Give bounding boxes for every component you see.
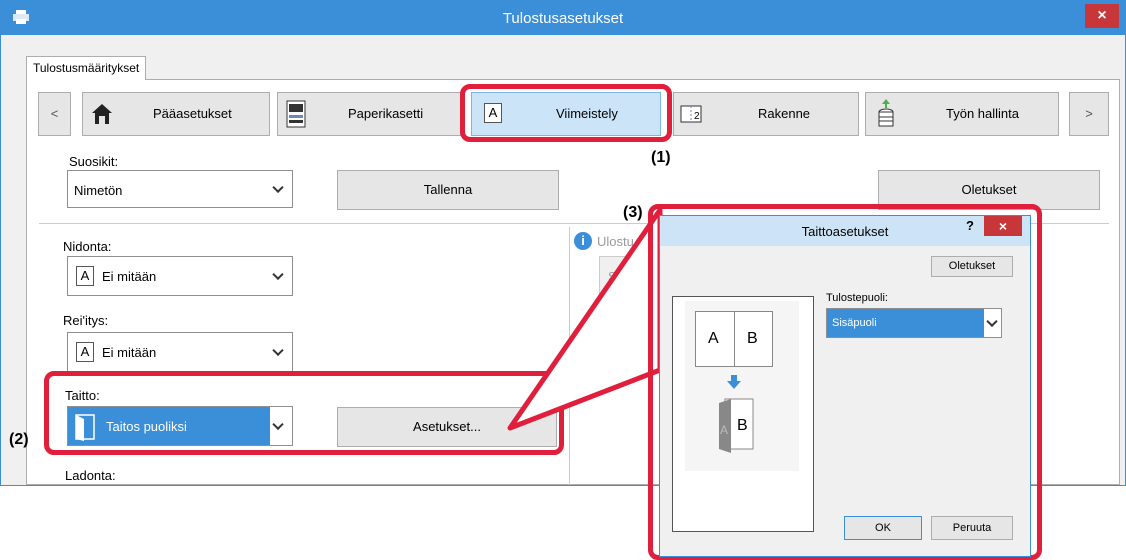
window-title: Tulostusasetukset [502,10,624,27]
fold-settings-dialog: Taittoasetukset ? × Oletukset Tulostepuo… [659,215,1031,557]
output-side-label: Tulostepuoli: [826,292,888,304]
svg-text:2: 2 [694,111,700,122]
favorites-value: Nimetön [74,183,123,198]
nav-layout-label: Rakenne [758,106,811,121]
folded-sheet: A B [717,397,755,455]
page-a-label: A [708,330,719,347]
stapling-label: Nidonta: [63,239,112,254]
punch-value: Ei mitään [102,345,157,360]
nav-next-button[interactable]: > [1069,92,1109,136]
favorites-label: Suosikit: [69,154,119,169]
output-side-value: Sisäpuoli [832,317,877,329]
output-side-dropdown[interactable]: Sisäpuoli [826,308,1002,338]
punch-label: Rei'itys: [63,313,109,328]
nav-prev-button[interactable]: < [38,92,71,136]
folded-a-label: A [720,423,729,437]
dialog-title-bar: Taittoasetukset ? × [660,216,1030,246]
nav-main-settings-label: Pääasetukset [153,106,232,121]
arrow-down-icon [727,375,741,389]
punch-option-icon: A [76,342,94,362]
chevron-down-icon [272,268,284,281]
nav-job-handling-label: Työn hallinta [946,106,1019,121]
fold-line [734,312,735,366]
chevron-down-icon [272,344,284,357]
highlight-fold [44,371,564,455]
chevron-down-icon [272,181,284,194]
folded-b-label: B [737,417,748,434]
stapling-option-icon: A [76,266,94,286]
stapling-dropdown[interactable]: A Ei mitään [67,256,293,296]
paper-tray-icon [286,100,306,128]
ok-button[interactable]: OK [844,516,922,540]
highlight-finishing [460,84,672,142]
tab-print-specifications[interactable]: Tulostusmääritykset [26,56,146,80]
close-button[interactable]: × [1085,4,1119,28]
job-handling-icon [878,99,894,127]
punch-dropdown[interactable]: A Ei mitään [67,332,293,372]
favorites-dropdown[interactable]: Nimetön [67,170,293,208]
callout-pointer [507,207,663,431]
fold-preview: A B A B [672,296,814,532]
unfolded-sheet: A B [695,311,773,367]
nav-layout-button[interactable]: 2 Rakenne [673,92,859,136]
nav-main-settings-button[interactable]: Pääasetukset [82,92,270,136]
home-icon [92,104,112,124]
nav-paper-tray-label: Paperikasetti [348,106,424,121]
page-b-label: B [747,330,758,347]
dialog-defaults-button[interactable]: Oletukset [931,256,1013,277]
nav-job-handling-button[interactable]: Työn hallinta [865,92,1059,136]
title-bar: Tulostusasetukset × [1,1,1125,35]
help-button[interactable]: ? [966,218,974,233]
chevron-down-icon [986,315,998,328]
callout-3: (3) [623,204,643,221]
stapling-value: Ei mitään [102,269,157,284]
nav-paper-tray-button[interactable]: Paperikasetti [277,92,461,136]
dialog-close-button[interactable]: × [984,216,1022,236]
collate-label: Ladonta: [65,468,116,483]
callout-1: (1) [651,149,671,166]
cancel-button[interactable]: Peruuta [931,516,1013,540]
layout-icon: 2 [680,105,702,123]
callout-2: (2) [9,431,29,448]
dialog-title: Taittoasetukset [801,224,889,239]
